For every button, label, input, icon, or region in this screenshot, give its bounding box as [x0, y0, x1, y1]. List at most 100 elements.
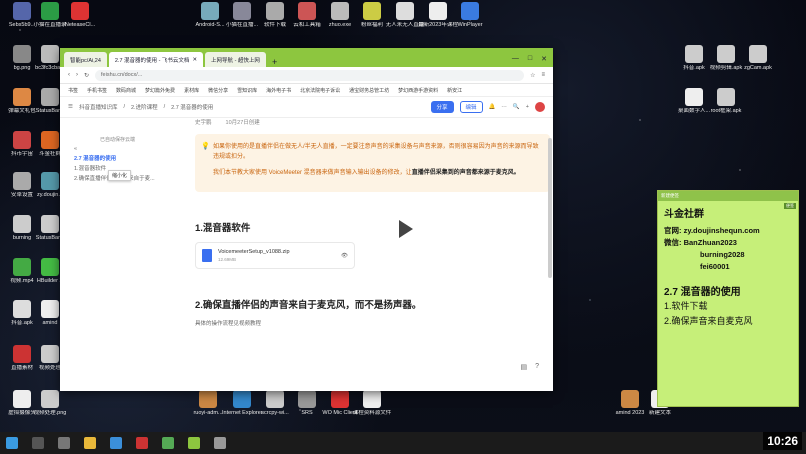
note-wechat: 微信: BanZhuan2023: [664, 238, 737, 247]
bookmark-item[interactable]: 数码商城: [116, 87, 136, 94]
section-heading: 1.混音器软件: [195, 223, 251, 234]
bookmark-item[interactable]: 海外电子书: [266, 87, 291, 94]
app-icon: [298, 2, 316, 20]
app-icon: [266, 390, 284, 408]
desktop-icon[interactable]: 视频处理.png: [30, 390, 70, 417]
tab-navigation[interactable]: 上网导航 - 超快上网: [205, 52, 266, 67]
file-size: 12.69MB: [218, 257, 237, 262]
desktop-icon[interactable]: WinPlayer: [450, 2, 490, 29]
app-icon: [41, 300, 59, 318]
edit-button[interactable]: 编辑: [459, 101, 483, 113]
menu-icon[interactable]: ≡: [541, 72, 545, 78]
toc-item[interactable]: 2.7 混音器的使用: [74, 154, 174, 164]
breadcrumb-item[interactable]: 2.7 混音器的使用: [171, 103, 213, 111]
close-window-button[interactable]: ✕: [541, 55, 547, 63]
note-wechat: fei60001: [700, 262, 730, 271]
app-icon: [461, 2, 479, 20]
desktop-icon[interactable]: root框架.apk: [706, 88, 746, 115]
app-icon: [396, 2, 414, 20]
tab-ai[interactable]: 智能pc/Ai,24: [64, 52, 107, 67]
bookmark-item[interactable]: 梦幻篇外免费: [145, 87, 175, 94]
callout-text: 我们本节教大家使用 VoiceMeeter 混音器来做声音输入输出设备的修改，让…: [213, 170, 520, 176]
author[interactable]: 史宇鹏: [195, 118, 212, 126]
doc-content: 史宇鹏 10月27日创建 💡 如果你使用的是直播伴侣在做无人/半无人直播，一定要…: [195, 118, 550, 327]
app-icon: [685, 45, 703, 63]
app-icon: [13, 88, 31, 106]
bookmark-item[interactable]: 新安江: [447, 87, 462, 94]
video-play-button[interactable]: [376, 201, 432, 257]
desktop-icon[interactable]: NeteaseCl...: [60, 2, 100, 29]
search-icon[interactable]: 🔍: [513, 104, 520, 110]
bookmark-item[interactable]: 素材库: [184, 87, 199, 94]
app-icon: [13, 345, 31, 363]
app-icon: [13, 258, 31, 276]
note-wechat: burning2028: [700, 250, 745, 259]
breadcrumb-item[interactable]: 2.进阶课程: [131, 103, 158, 111]
bookmark-item[interactable]: 微信分享: [208, 87, 228, 94]
app-icon: [621, 390, 639, 408]
bookmark-item[interactable]: 通宝财务总管工坊: [349, 87, 389, 94]
note-badge: 便签: [784, 203, 796, 209]
taskbar-app-icon[interactable]: [214, 437, 226, 449]
breadcrumb-item[interactable]: 抖音直播知识库: [79, 103, 118, 111]
bookmark-item[interactable]: 手机书签: [87, 87, 107, 94]
back-icon[interactable]: ‹: [68, 72, 70, 78]
plus-icon[interactable]: +: [526, 104, 529, 110]
app-icon: [201, 2, 219, 20]
app-icon: [13, 300, 31, 318]
taskbar-app-icon[interactable]: [58, 437, 70, 449]
app-icon: [13, 45, 31, 63]
toc-collapse-icon[interactable]: «: [74, 144, 174, 154]
bookmark-item[interactable]: 雪知识库: [237, 87, 257, 94]
bell-icon[interactable]: 🔔: [489, 104, 496, 110]
close-icon[interactable]: ✕: [192, 57, 197, 63]
search-icon[interactable]: [32, 437, 44, 449]
taskbar-app-icon[interactable]: [110, 437, 122, 449]
eye-icon[interactable]: 👁: [341, 253, 348, 259]
bookmark-item[interactable]: 书签: [68, 87, 78, 94]
sidebar-toggle-icon[interactable]: ☰: [68, 104, 73, 110]
app-icon: [717, 88, 735, 106]
desktop-icon-label: WinPlayer: [457, 22, 483, 28]
app-icon: [13, 215, 31, 233]
app-icon: [13, 390, 31, 408]
taskbar-app-icon[interactable]: [188, 437, 200, 449]
app-icon: [41, 345, 59, 363]
callout-text: 如果你使用的是直播伴侣在做无人/半无人直播，一定要注意声音的采集设备与声音来源，…: [213, 144, 539, 160]
refresh-icon[interactable]: ↻: [84, 72, 89, 79]
share-button[interactable]: 分享: [430, 101, 454, 113]
help-icon[interactable]: ?: [535, 363, 539, 371]
scrollbar[interactable]: [548, 138, 552, 278]
taskbar-app-icon[interactable]: [162, 437, 174, 449]
bookmark-item[interactable]: 北京法院电子诉讼: [300, 87, 340, 94]
save-status: 已自动保存云端: [100, 137, 136, 143]
created-date: 10月27日创建: [225, 120, 260, 126]
file-attachment[interactable]: VoicemeeterSetup_v1088.zip 12.69MB 👁: [195, 242, 355, 269]
address-bar: ‹ › ↻ feishu.cn/docx/... ☆ ≡: [60, 67, 553, 84]
taskbar-app-icon[interactable]: [84, 437, 96, 449]
app-icon: [685, 88, 703, 106]
sticky-note: 新建便签 便签 斗金社群 官网: zy.doujinshequn.com 微信:…: [657, 190, 799, 407]
doc-meta: 史宇鹏 10月27日创建: [195, 118, 550, 126]
app-icon: [13, 2, 31, 20]
url-input[interactable]: feishu.cn/docx/...: [95, 69, 525, 81]
desktop-icon[interactable]: 课程资料源文件: [352, 390, 392, 417]
note-website: 官网: zy.doujinshequn.com: [664, 226, 760, 235]
taskbar-app-icon[interactable]: [136, 437, 148, 449]
star-icon[interactable]: ☆: [530, 72, 535, 79]
avatar[interactable]: [535, 102, 545, 112]
desktop-icon[interactable]: zgCam.apk: [738, 45, 778, 72]
forward-icon[interactable]: ›: [76, 72, 78, 78]
new-tab-button[interactable]: +: [268, 57, 281, 67]
more-icon[interactable]: ⋯: [501, 104, 507, 110]
windows-start-icon[interactable]: [6, 437, 18, 449]
minimize-button[interactable]: —: [512, 55, 519, 63]
bookmark-item[interactable]: 梦幻西游手游资料: [398, 87, 438, 94]
note-header: 新建便签: [658, 191, 798, 201]
tab-mixer-doc[interactable]: 2.7 混音器的使用 - 飞书云文档 ✕: [108, 52, 204, 67]
taskbar: [0, 432, 806, 454]
doc-icon[interactable]: ▤: [520, 363, 527, 371]
app-icon: [41, 258, 59, 276]
maximize-button[interactable]: □: [528, 55, 532, 63]
app-icon: [429, 2, 447, 20]
